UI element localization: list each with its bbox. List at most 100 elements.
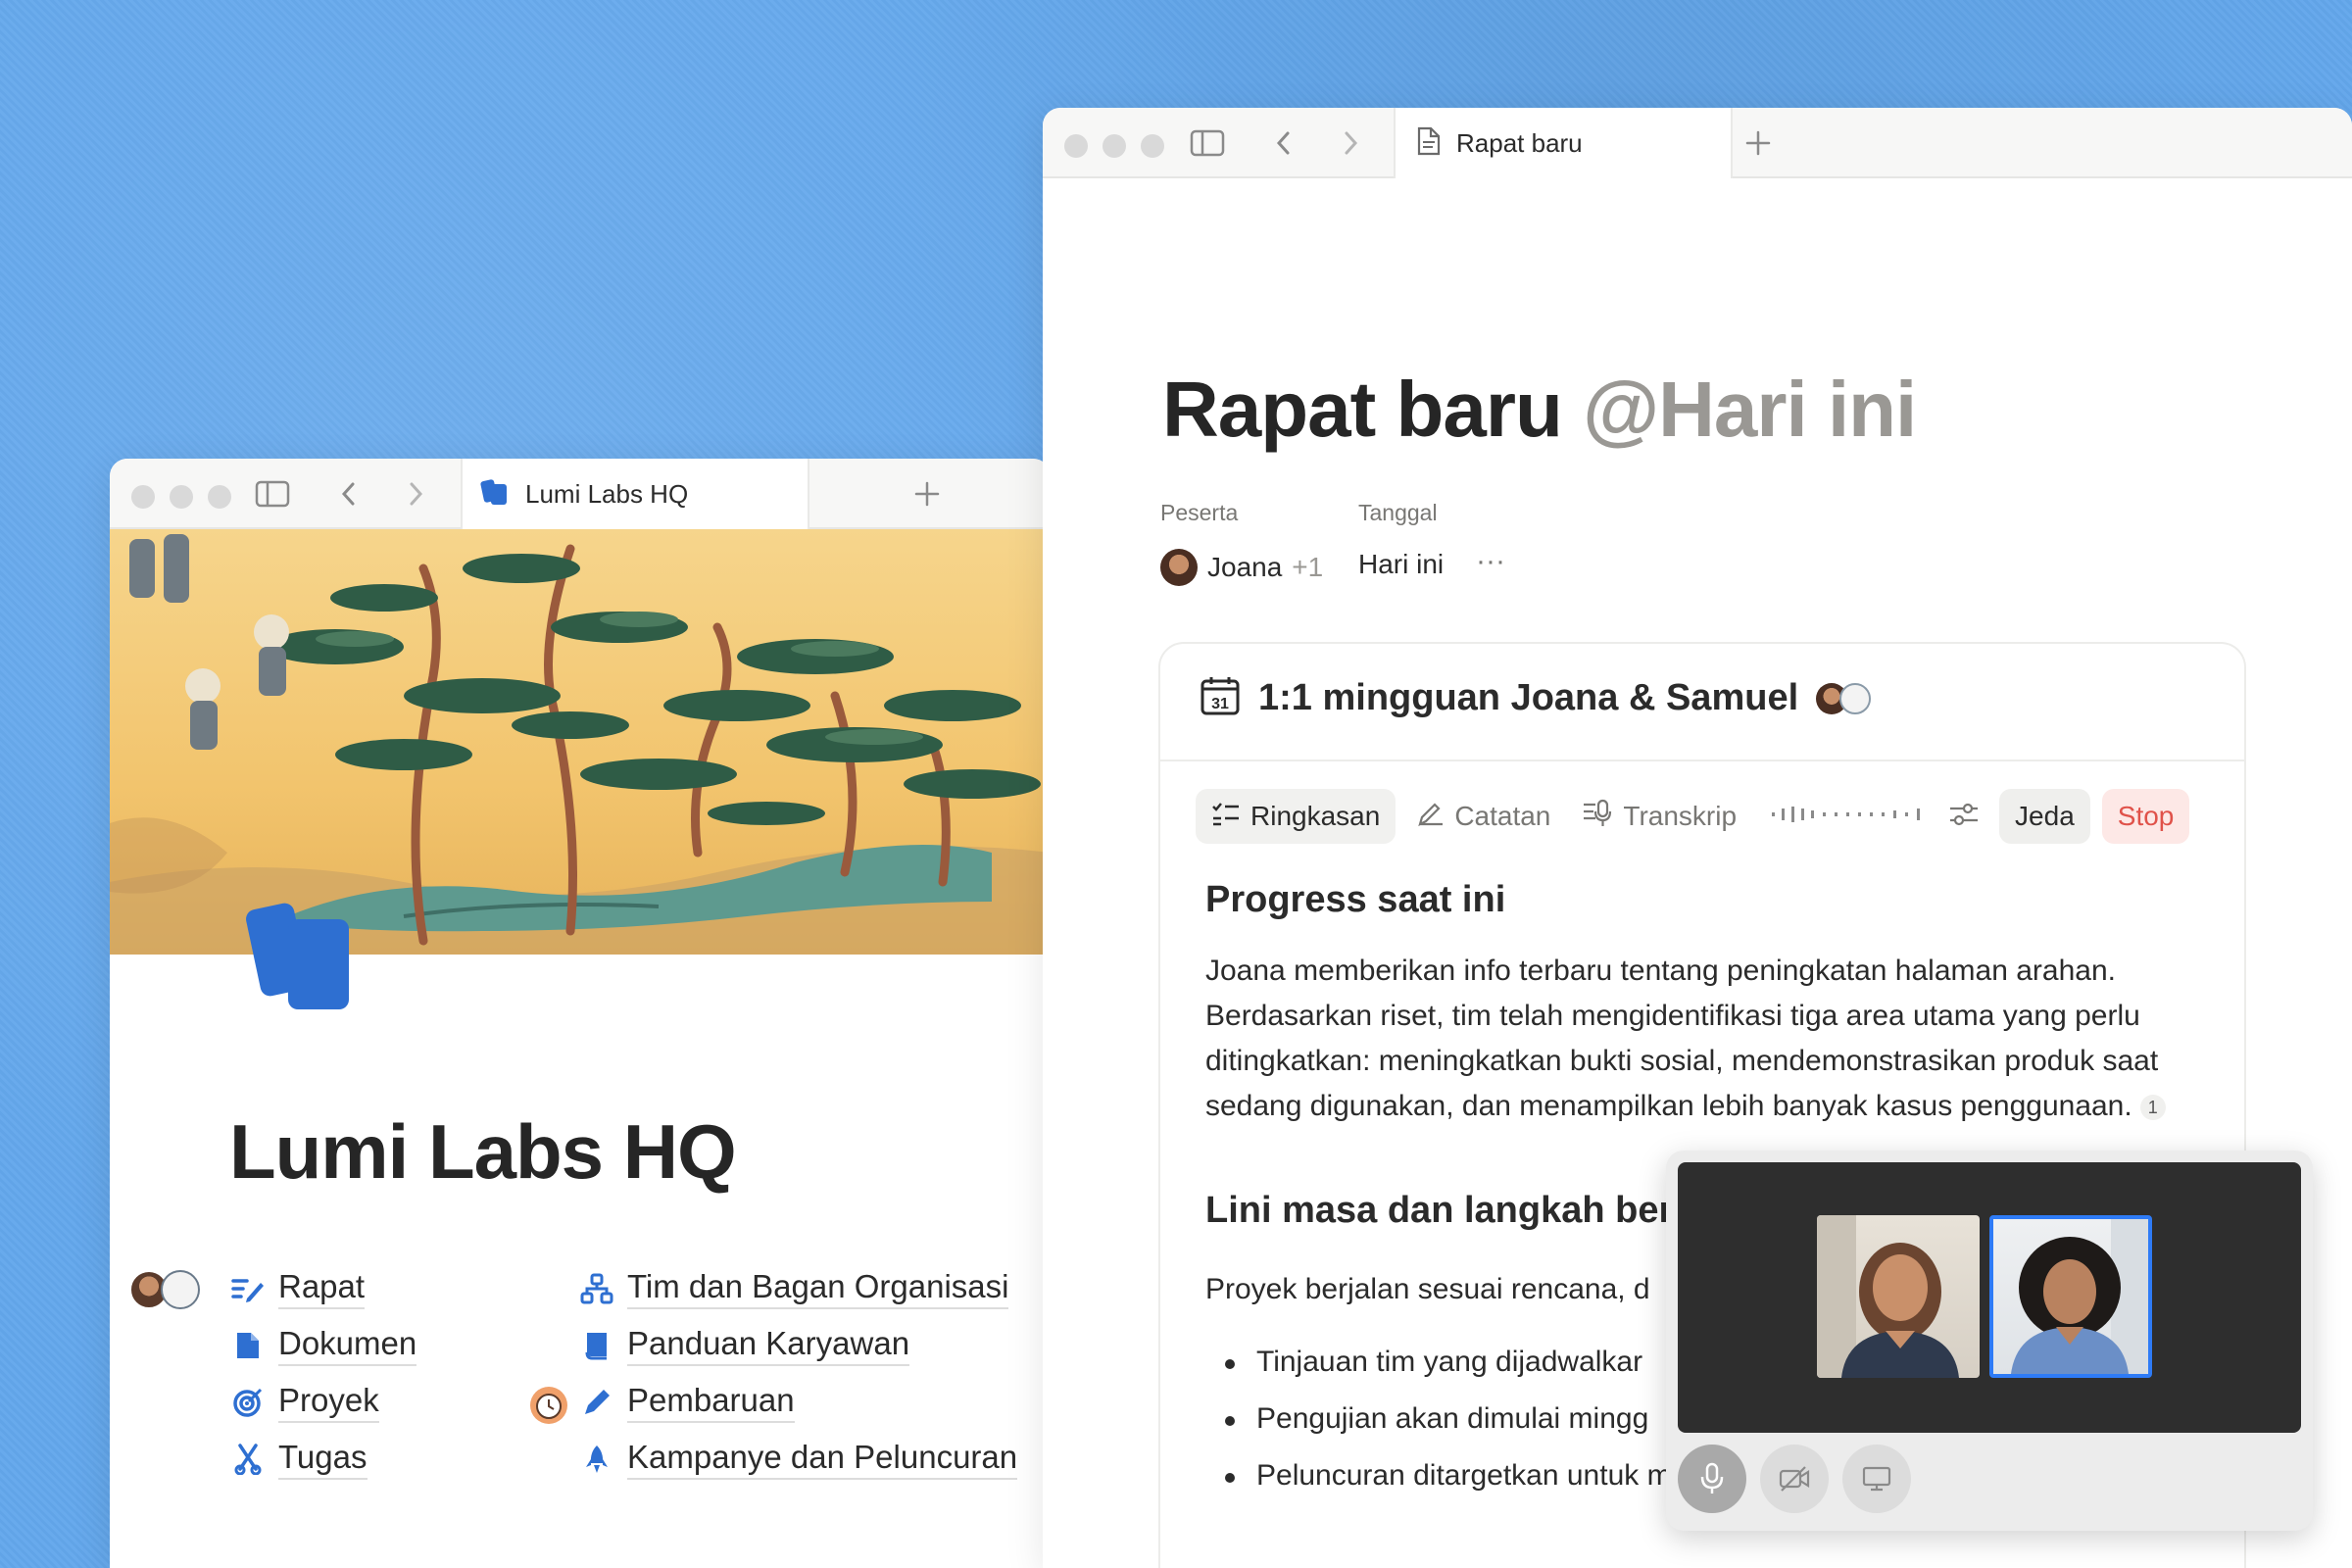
date-mention[interactable]: @Hari ini xyxy=(1583,366,1917,453)
attendee-avatars xyxy=(1816,682,1872,714)
forward-icon[interactable] xyxy=(398,476,433,512)
avatar-samuel xyxy=(161,1270,200,1309)
tab-label: Lumi Labs HQ xyxy=(525,478,689,509)
window-controls[interactable] xyxy=(131,485,231,509)
microphone-button[interactable] xyxy=(1678,1445,1746,1513)
link-kampanye[interactable]: Kampanye dan Peluncuran xyxy=(580,1439,1018,1480)
avatar-group xyxy=(129,1270,200,1309)
microphone-icon xyxy=(1700,1462,1724,1494)
participant-extra: +1 xyxy=(1292,552,1324,582)
participant-video-samuel[interactable] xyxy=(1989,1215,2152,1378)
forward-icon[interactable] xyxy=(1333,125,1368,161)
section-heading: Progress saat ini xyxy=(1205,879,1506,920)
tab-summary[interactable]: Ringkasan xyxy=(1196,789,1396,844)
tab-transcript[interactable]: Transkrip xyxy=(1566,789,1752,844)
workspace-icon xyxy=(480,477,510,512)
minimize-dot[interactable] xyxy=(170,485,193,509)
back-icon[interactable] xyxy=(331,476,367,512)
page-icon xyxy=(1417,126,1441,161)
screen-share-button[interactable] xyxy=(1842,1445,1911,1513)
link-label: Pembaruan xyxy=(627,1382,795,1423)
tab-label: Transkrip xyxy=(1623,801,1738,831)
link-label: Dokumen xyxy=(278,1325,417,1366)
paragraph-text: Joana memberikan info terbaru tentang pe… xyxy=(1205,955,2159,1122)
citation-badge[interactable]: 1 xyxy=(2139,1095,2166,1121)
back-icon[interactable] xyxy=(1266,125,1301,161)
meeting-toolbar: Ringkasan Catatan Transkrip Jeda Stop xyxy=(1196,789,2209,844)
org-chart-icon xyxy=(580,1272,613,1305)
tab-label: Catatan xyxy=(1454,801,1551,831)
tab-label: Ringkasan xyxy=(1250,801,1381,831)
transcript-icon xyxy=(1582,799,1613,835)
video-call-panel[interactable] xyxy=(1666,1151,2313,1531)
new-tab-icon[interactable] xyxy=(1740,125,1776,161)
tab-lumi-labs[interactable]: Lumi Labs HQ xyxy=(461,459,809,529)
participants-label: Peserta xyxy=(1160,500,1239,525)
pen-icon xyxy=(1417,800,1445,834)
calendar-day: 31 xyxy=(1211,696,1229,712)
minimize-dot[interactable] xyxy=(1102,134,1126,158)
calendar-icon: 31 xyxy=(1200,675,1241,721)
settings-sliders-icon[interactable] xyxy=(1948,802,1980,832)
title-text: Rapat baru xyxy=(1162,366,1563,453)
tab-rapat-baru[interactable]: Rapat baru xyxy=(1394,108,1733,178)
camera-off-button[interactable] xyxy=(1760,1445,1829,1513)
zoom-dot[interactable] xyxy=(208,485,231,509)
link-org-chart[interactable]: Tim dan Bagan Organisasi xyxy=(580,1268,1009,1309)
new-tab-icon[interactable] xyxy=(909,476,945,512)
date-label: Tanggal xyxy=(1358,500,1438,525)
zoom-dot[interactable] xyxy=(1141,134,1164,158)
meeting-title: 1:1 mingguan Joana & Samuel xyxy=(1258,677,1799,718)
window-controls[interactable] xyxy=(1064,134,1164,158)
book-icon xyxy=(580,1329,613,1362)
divider xyxy=(1160,760,2244,761)
sidebar-toggle-icon[interactable] xyxy=(1190,125,1225,161)
link-label: Panduan Karyawan xyxy=(627,1325,910,1366)
avatar-samuel xyxy=(1839,682,1872,714)
close-dot[interactable] xyxy=(131,485,155,509)
participants-value[interactable]: Joana +1 xyxy=(1160,549,1323,586)
titlebar: Rapat baru xyxy=(1043,108,2352,178)
pause-button[interactable]: Jeda xyxy=(1999,789,2090,844)
tasks-icon xyxy=(231,1443,265,1476)
link-label: Rapat xyxy=(278,1268,366,1309)
audio-level-icon xyxy=(1770,803,1927,831)
alarm-clock-icon xyxy=(529,1386,568,1430)
target-icon xyxy=(231,1386,265,1419)
video-stage xyxy=(1678,1162,2301,1433)
meeting-notes-icon xyxy=(231,1272,265,1305)
link-dokumen[interactable]: Dokumen xyxy=(231,1325,417,1366)
participant-name: Joana xyxy=(1207,552,1283,582)
summary-icon xyxy=(1211,800,1241,834)
call-controls xyxy=(1678,1445,1911,1513)
stop-button[interactable]: Stop xyxy=(2101,789,2190,844)
link-proyek[interactable]: Proyek xyxy=(231,1382,379,1423)
document-icon xyxy=(231,1329,265,1362)
participant-video-joana[interactable] xyxy=(1817,1215,1980,1378)
lumi-labs-window: Lumi Labs HQ Lumi Labs HQ Rapat Dokumen … xyxy=(110,459,1051,1568)
tab-label: Rapat baru xyxy=(1456,127,1583,158)
rocket-icon xyxy=(580,1443,613,1476)
link-tugas[interactable]: Tugas xyxy=(231,1439,368,1480)
camera-off-icon xyxy=(1779,1466,1810,1492)
close-dot[interactable] xyxy=(1064,134,1088,158)
tab-notes[interactable]: Catatan xyxy=(1401,789,1566,844)
screen-share-icon xyxy=(1862,1466,1891,1492)
link-label: Tim dan Bagan Organisasi xyxy=(627,1268,1009,1309)
link-rapat[interactable]: Rapat xyxy=(231,1268,366,1309)
link-label: Tugas xyxy=(278,1439,368,1480)
link-label: Kampanye dan Peluncuran xyxy=(627,1439,1018,1480)
titlebar: Lumi Labs HQ xyxy=(110,459,1051,529)
meeting-header: 31 1:1 mingguan Joana & Samuel xyxy=(1200,675,1872,721)
pencil-icon xyxy=(580,1386,613,1419)
link-panduan[interactable]: Panduan Karyawan xyxy=(580,1325,910,1366)
date-value[interactable]: Hari ini xyxy=(1358,549,1444,580)
avatar-joana xyxy=(1160,549,1198,586)
link-label: Proyek xyxy=(278,1382,379,1423)
page-title: Lumi Labs HQ xyxy=(229,1108,737,1195)
link-pembaruan[interactable]: Pembaruan xyxy=(580,1382,795,1423)
page-icon xyxy=(237,890,365,1022)
summary-paragraph: Joana memberikan info terbaru tentang pe… xyxy=(1205,949,2215,1129)
sidebar-toggle-icon[interactable] xyxy=(255,476,290,512)
more-options-button[interactable]: ··· xyxy=(1476,545,1505,578)
